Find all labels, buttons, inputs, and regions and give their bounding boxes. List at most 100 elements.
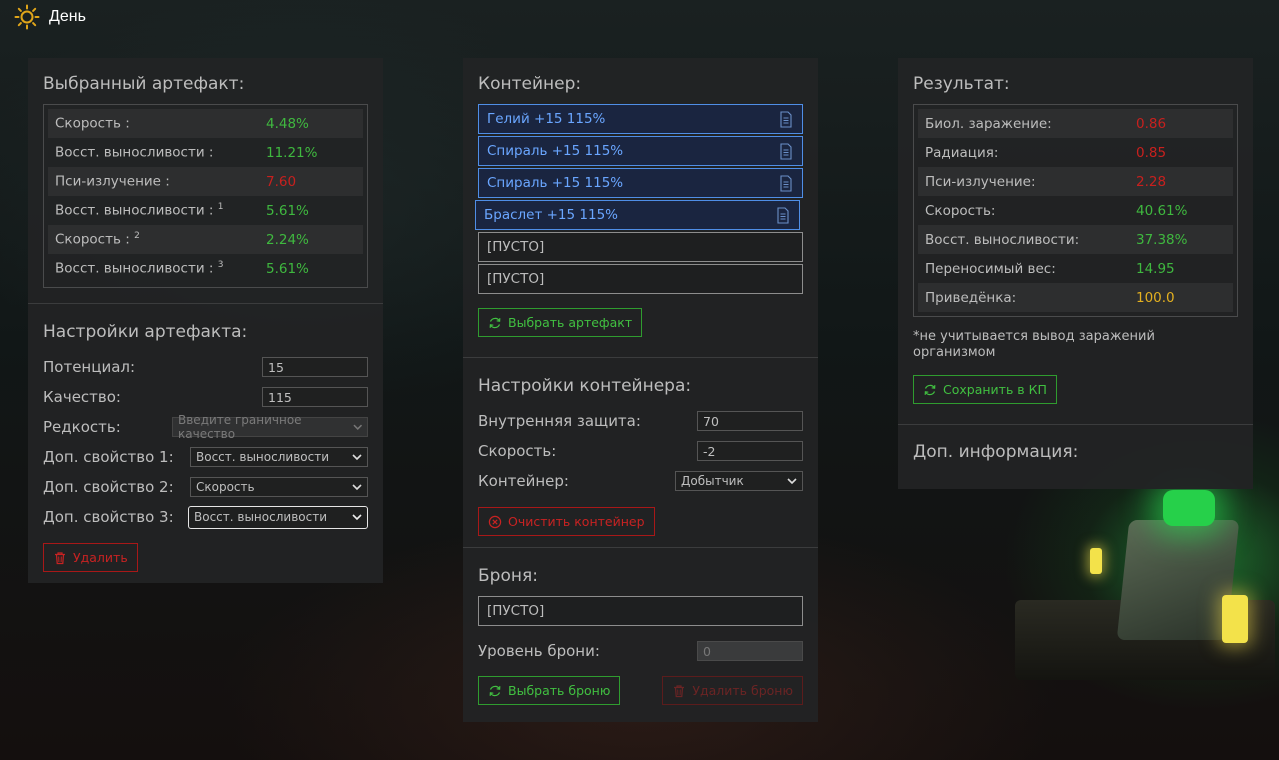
container-slot-3[interactable]: Спираль +15 115% xyxy=(478,168,803,198)
quality-row: Качество: xyxy=(43,382,368,412)
container-slot-2[interactable]: Спираль +15 115% xyxy=(478,136,803,166)
delete-armor-button[interactable]: Удалить броню xyxy=(662,676,803,705)
inner-protection-input[interactable] xyxy=(697,411,803,431)
choose-artifact-label: Выбрать артефакт xyxy=(508,315,633,330)
stat-value: 4.48% xyxy=(266,115,309,132)
choose-armor-button[interactable]: Выбрать броню xyxy=(478,676,621,705)
armor-title: Броня: xyxy=(478,566,538,586)
prop3-select[interactable]: Восст. выносливости xyxy=(188,505,368,529)
chevron-down-icon xyxy=(352,514,362,521)
result-title: Результат: xyxy=(913,74,1010,94)
armor-level-input[interactable] xyxy=(697,641,803,661)
stat-value: 5.61% xyxy=(266,260,309,277)
trash-icon xyxy=(674,684,685,697)
save-to-kp-button[interactable]: Сохранить в КП xyxy=(913,375,1057,404)
choose-artifact-button[interactable]: Выбрать артефакт xyxy=(478,308,643,337)
chevron-down-icon xyxy=(352,424,362,430)
clear-container-label: Очистить контейнер xyxy=(508,514,645,529)
armor-level-row: Уровень брони: xyxy=(478,636,803,666)
container-type-value: Добытчик xyxy=(681,474,744,488)
prop1-select-value: Восст. выносливости xyxy=(196,450,329,464)
artifact-settings-title: Настройки артефакта: xyxy=(43,322,248,342)
armor-slot[interactable]: [ПУСТО] xyxy=(478,596,803,626)
container-settings-title: Настройки контейнера: xyxy=(478,376,692,396)
rarity-select[interactable]: Введите граничное качество xyxy=(172,413,368,441)
potential-input[interactable] xyxy=(262,357,368,377)
container-speed-input[interactable] xyxy=(697,441,803,461)
artifact-panel: Выбранный артефакт: Скорость : 4.48% Вос… xyxy=(28,58,383,583)
document-icon[interactable] xyxy=(775,206,791,224)
stat-row: Восст. выносливости : 11.21% xyxy=(48,138,363,167)
result-label: Переносимый вес: xyxy=(925,260,1056,277)
time-of-day-label: День xyxy=(49,8,86,25)
stat-row: Скорость : 2 2.24% xyxy=(48,225,363,254)
prop2-select-value: Скорость xyxy=(196,480,255,494)
selected-artifact-title: Выбранный артефакт: xyxy=(43,74,245,94)
result-value: 0.86 xyxy=(1136,115,1167,132)
stat-label: Скорость : 2 xyxy=(55,231,140,248)
result-row: Радиация: 0.85 xyxy=(918,138,1233,167)
clear-container-button[interactable]: Очистить контейнер xyxy=(478,507,655,536)
document-icon[interactable] xyxy=(778,142,794,160)
background-candle xyxy=(1090,548,1102,574)
container-slot-4[interactable]: Браслет +15 115% xyxy=(475,200,800,230)
result-row: Скорость: 40.61% xyxy=(918,196,1233,225)
slot-text: Спираль +15 115% xyxy=(487,175,624,191)
result-value: 0.85 xyxy=(1136,144,1167,161)
document-icon[interactable] xyxy=(778,174,794,192)
prop2-row: Доп. свойство 2: Скорость xyxy=(43,472,368,502)
container-panel: Контейнер: Гелий +15 115% Спираль +15 11… xyxy=(463,58,818,722)
prop2-select[interactable]: Скорость xyxy=(190,477,368,497)
container-slot-1[interactable]: Гелий +15 115% xyxy=(478,104,803,134)
result-row: Пси-излучение: 2.28 xyxy=(918,167,1233,196)
save-to-kp-label: Сохранить в КП xyxy=(943,382,1047,397)
stat-row: Пси-излучение : 7.60 xyxy=(48,167,363,196)
stat-row: Скорость : 4.48% xyxy=(48,109,363,138)
stat-value: 7.60 xyxy=(266,173,297,190)
result-row: Биол. заражение: 0.86 xyxy=(918,109,1233,138)
slot-text: Спираль +15 115% xyxy=(487,143,624,159)
chevron-down-icon xyxy=(787,478,797,485)
background-device-image xyxy=(1015,490,1275,680)
quality-label: Качество: xyxy=(43,388,121,406)
chevron-down-icon xyxy=(352,454,362,461)
stat-value: 2.24% xyxy=(266,231,309,248)
refresh-icon xyxy=(489,685,501,696)
result-value: 40.61% xyxy=(1136,202,1188,219)
slot-text: Браслет +15 115% xyxy=(484,207,618,223)
close-circle-icon xyxy=(488,515,502,528)
delete-artifact-button[interactable]: Удалить xyxy=(43,543,138,572)
rarity-label: Редкость: xyxy=(43,418,121,436)
background-candle xyxy=(1222,595,1248,643)
result-label: Скорость: xyxy=(925,202,996,219)
stat-label: Пси-излучение : xyxy=(55,173,170,190)
slot-text: [ПУСТО] xyxy=(487,239,545,255)
result-label: Радиация: xyxy=(925,144,999,161)
result-value: 37.38% xyxy=(1136,231,1188,248)
prop2-label: Доп. свойство 2: xyxy=(43,478,174,496)
result-row: Восст. выносливости: 37.38% xyxy=(918,225,1233,254)
container-slot-6[interactable]: [ПУСТО] xyxy=(478,264,803,294)
selected-artifact-stats: Скорость : 4.48% Восст. выносливости : 1… xyxy=(43,104,368,288)
sun-icon xyxy=(14,4,40,30)
chevron-down-icon xyxy=(352,484,362,491)
refresh-icon xyxy=(489,317,501,328)
armor-level-label: Уровень брони: xyxy=(478,642,600,660)
result-panel: Результат: Биол. заражение: 0.86 Радиация… xyxy=(898,58,1253,489)
result-label: Биол. заражение: xyxy=(925,115,1052,132)
container-type-select[interactable]: Добытчик xyxy=(675,471,803,491)
document-icon[interactable] xyxy=(778,110,794,128)
result-label: Восст. выносливости: xyxy=(925,231,1080,248)
slot-text: [ПУСТО] xyxy=(487,271,545,287)
result-value: 100.0 xyxy=(1136,289,1175,306)
extra-info-title: Доп. информация: xyxy=(913,442,1079,462)
result-stats: Биол. заражение: 0.86 Радиация: 0.85 Пси-и… xyxy=(913,104,1238,317)
prop1-select[interactable]: Восст. выносливости xyxy=(190,447,368,467)
container-type-row: Контейнер: Добытчик xyxy=(478,466,803,496)
prop3-select-value: Восст. выносливости xyxy=(194,510,327,524)
stat-label: Восст. выносливости : xyxy=(55,144,214,161)
time-of-day-toggle[interactable]: День xyxy=(14,4,86,30)
prop3-label: Доп. свойство 3: xyxy=(43,508,174,526)
container-slot-5[interactable]: [ПУСТО] xyxy=(478,232,803,262)
quality-input[interactable] xyxy=(262,387,368,407)
